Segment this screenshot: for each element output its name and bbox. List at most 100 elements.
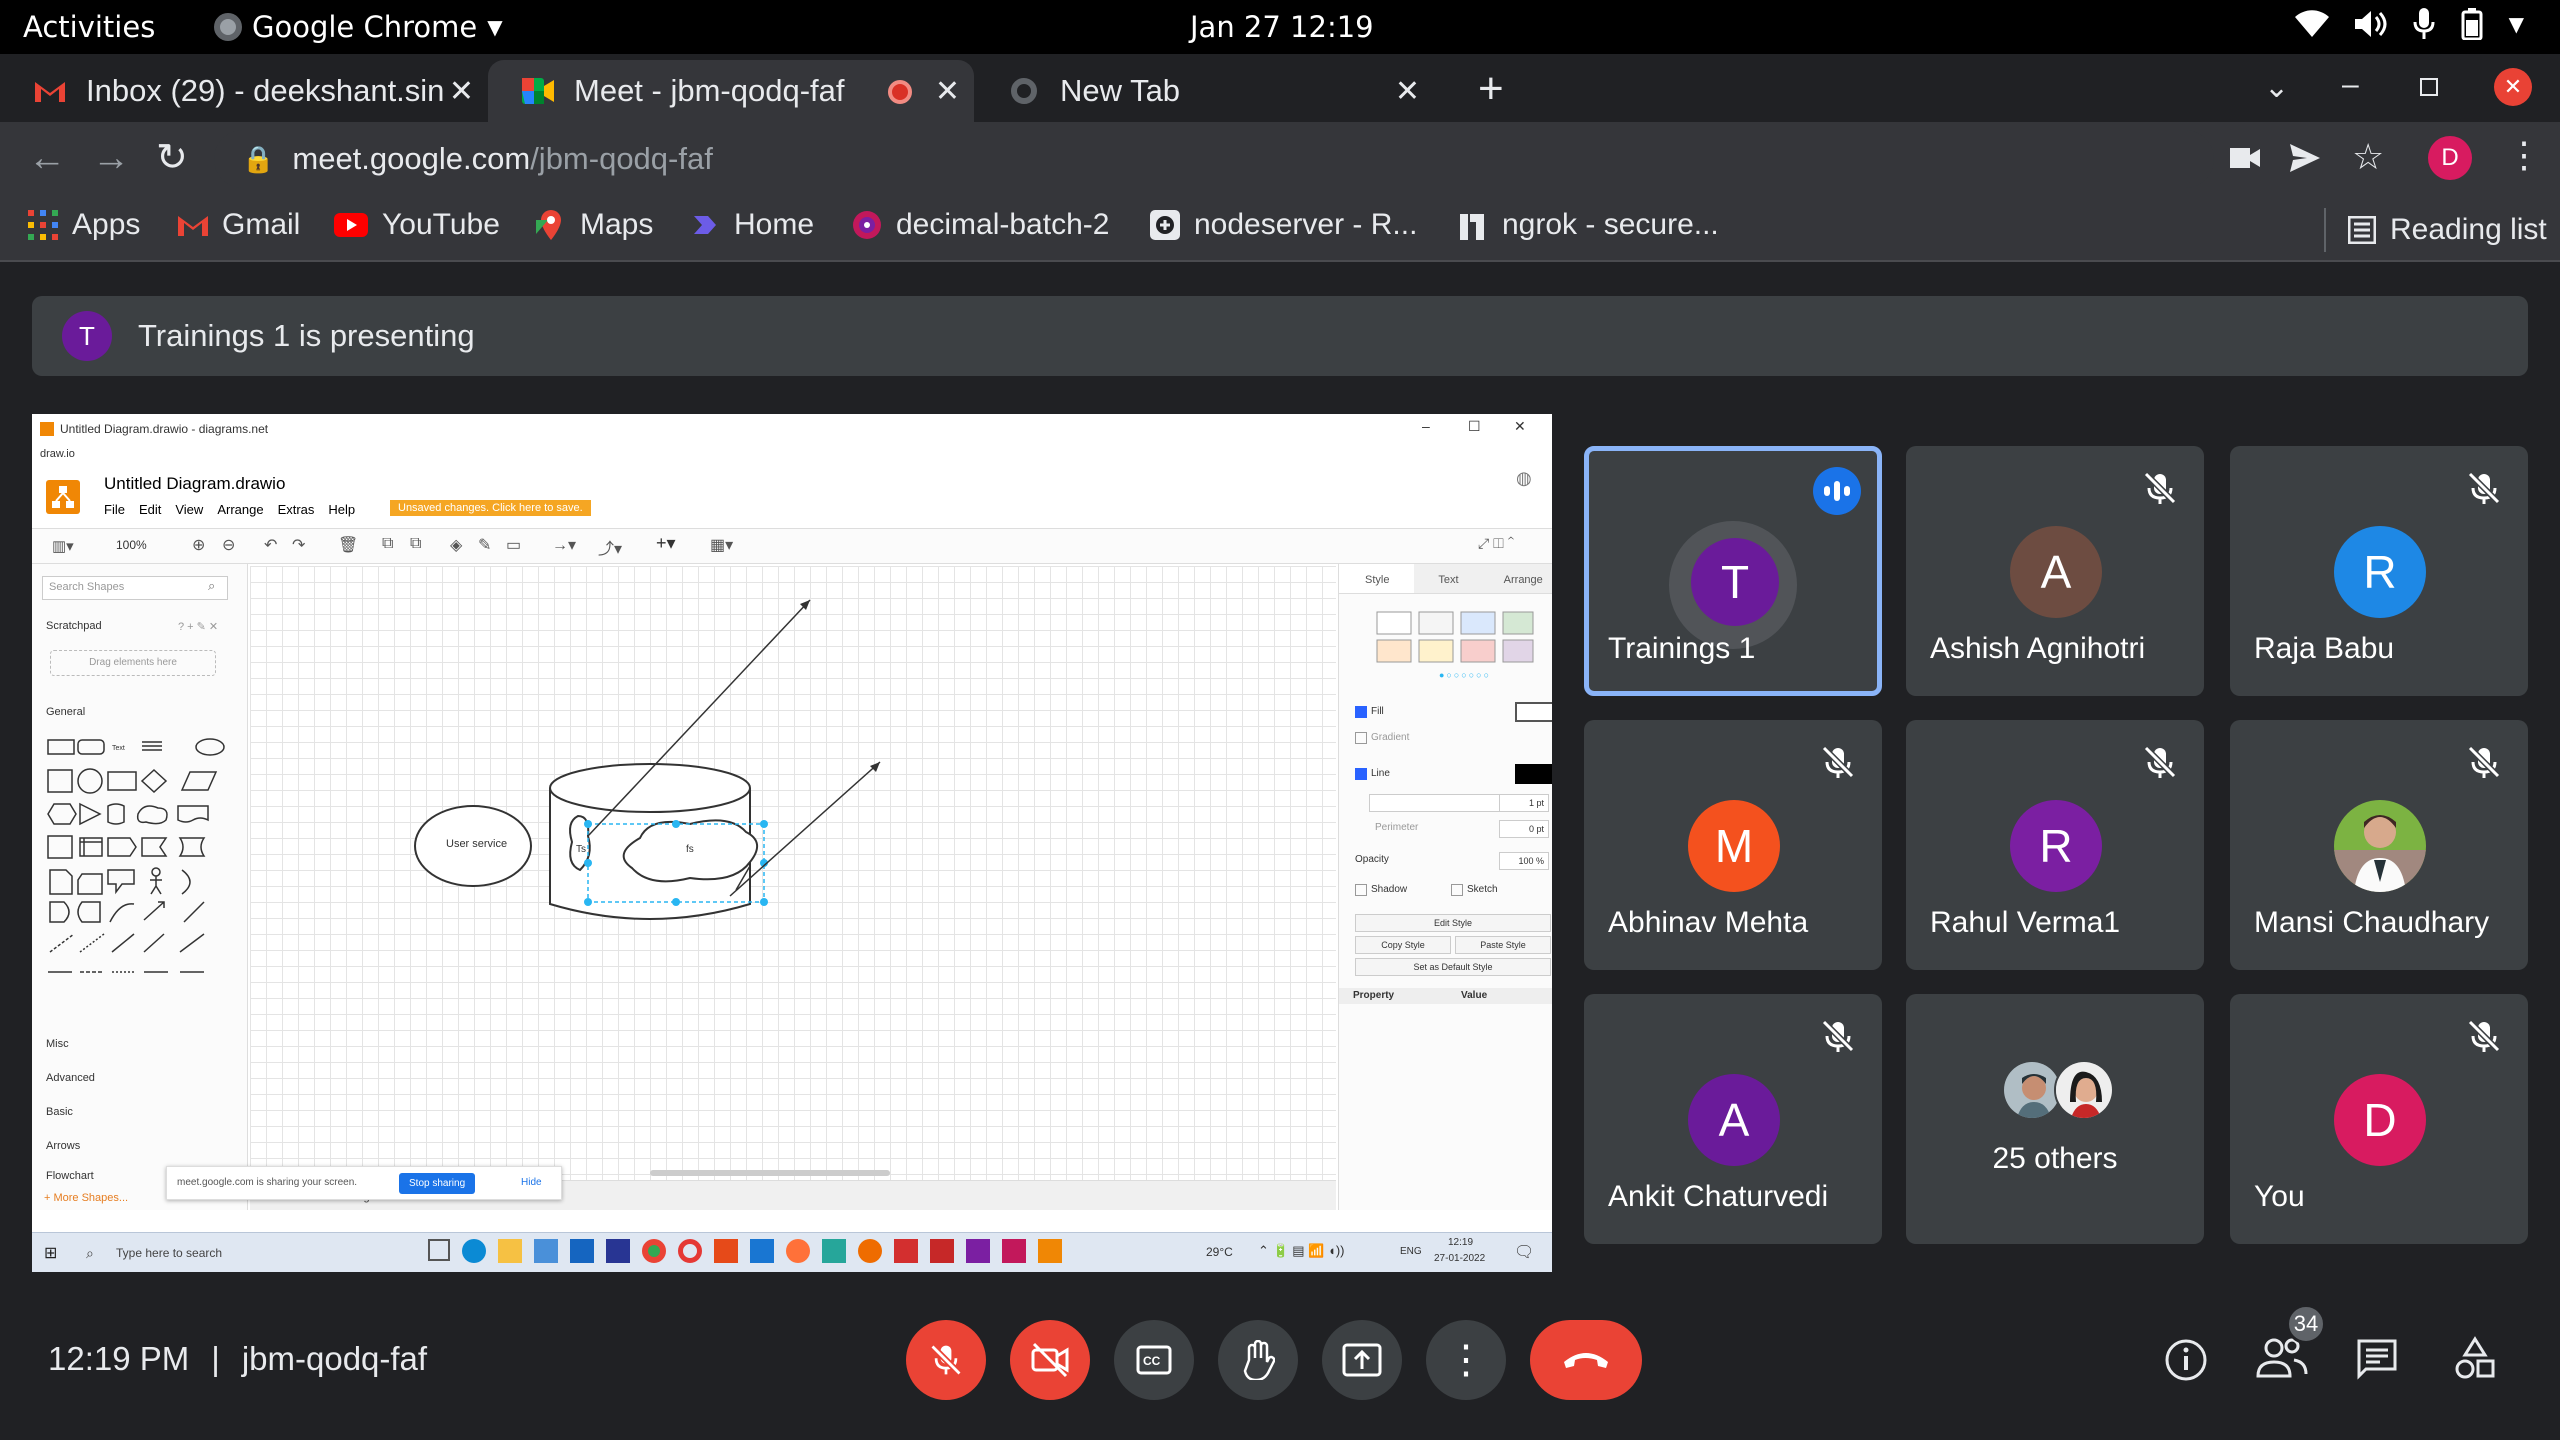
swatch-pager[interactable]: ●○○○○○○ bbox=[1439, 670, 1491, 680]
menu-edit[interactable]: Edit bbox=[139, 502, 161, 517]
task-view-icon[interactable] bbox=[428, 1239, 450, 1261]
address-bar[interactable]: 🔒 meet.google.com /jbm-qodq-faf bbox=[214, 130, 2214, 188]
close-tab-icon[interactable]: ✕ bbox=[1395, 74, 1420, 109]
firefox-icon[interactable] bbox=[786, 1239, 810, 1263]
advanced-section-header[interactable]: Advanced bbox=[46, 1072, 95, 1084]
bookmark-home[interactable]: Home bbox=[690, 208, 814, 242]
back-icon[interactable]: ← bbox=[28, 138, 66, 178]
undo-icon[interactable]: ↶ bbox=[264, 535, 277, 555]
new-tab-button[interactable]: + bbox=[1478, 64, 1504, 114]
edge-icon[interactable] bbox=[462, 1239, 486, 1263]
general-shapes-grid[interactable]: Text bbox=[46, 734, 226, 984]
to-front-icon[interactable]: ⧉ bbox=[382, 535, 393, 553]
scratchpad-tools-icon[interactable]: ? + ✎ ✕ bbox=[178, 620, 218, 633]
globe-icon[interactable]: ◍ bbox=[1516, 468, 1532, 489]
tab-arrange[interactable]: Arrange bbox=[1487, 564, 1552, 593]
onenote-icon[interactable] bbox=[966, 1239, 990, 1263]
explorer-icon[interactable] bbox=[498, 1239, 522, 1263]
stop-sharing-button[interactable]: Stop sharing bbox=[399, 1173, 476, 1194]
toggle-camera-button[interactable] bbox=[1010, 1320, 1090, 1400]
minimize-button[interactable]: – bbox=[2342, 68, 2359, 102]
menu-kebab-icon[interactable]: ⋮ bbox=[2506, 134, 2542, 176]
camera-in-use-icon[interactable] bbox=[2230, 146, 2260, 170]
maximize-button[interactable]: ☐ bbox=[1468, 418, 1481, 435]
to-back-icon[interactable]: ⧉ bbox=[410, 535, 421, 553]
app-icon[interactable] bbox=[606, 1239, 630, 1263]
general-section-header[interactable]: General bbox=[46, 706, 85, 718]
waypoints-icon[interactable]: ⤴▾ bbox=[598, 535, 622, 559]
bookmark-star-icon[interactable]: ☆ bbox=[2352, 136, 2384, 178]
connection-icon[interactable]: →▾ bbox=[552, 535, 576, 555]
participant-tile-trainings-1[interactable]: T Trainings 1 bbox=[1584, 446, 1882, 696]
basic-section-header[interactable]: Basic bbox=[46, 1106, 73, 1118]
table-icon[interactable]: ▦▾ bbox=[710, 535, 733, 555]
menu-arrange[interactable]: Arrange bbox=[217, 502, 263, 517]
format-panel-icon[interactable]: ▥▾ bbox=[52, 537, 74, 555]
app-icon[interactable] bbox=[822, 1239, 846, 1263]
taskbar-apps[interactable] bbox=[428, 1239, 1062, 1263]
tab-inbox[interactable]: Inbox (29) - deekshant.sin ✕ bbox=[0, 60, 488, 122]
scratchpad-drop-area[interactable]: Drag elements here bbox=[50, 650, 216, 676]
menu-view[interactable]: View bbox=[175, 502, 203, 517]
more-shapes-button[interactable]: + More Shapes... bbox=[44, 1192, 128, 1204]
forward-icon[interactable]: → bbox=[92, 138, 130, 178]
chrome-icon[interactable] bbox=[642, 1239, 666, 1263]
zoom-out-icon[interactable]: ⊖ bbox=[222, 535, 235, 555]
language-indicator[interactable]: ENG bbox=[1400, 1246, 1422, 1257]
scratchpad-header[interactable]: Scratchpad bbox=[46, 620, 102, 632]
unsaved-changes-button[interactable]: Unsaved changes. Click here to save. bbox=[390, 500, 591, 516]
raise-hand-button[interactable] bbox=[1218, 1320, 1298, 1400]
paste-style-button[interactable]: Paste Style bbox=[1455, 936, 1551, 954]
participant-tile-you[interactable]: D You bbox=[2230, 994, 2528, 1244]
insert-icon[interactable]: +▾ bbox=[656, 533, 676, 554]
line-width-input[interactable]: 1 pt bbox=[1499, 794, 1549, 812]
misc-section-header[interactable]: Misc bbox=[46, 1038, 69, 1050]
menu-extras[interactable]: Extras bbox=[278, 502, 315, 517]
opacity-input[interactable]: 100 % bbox=[1499, 852, 1549, 870]
taskbar-time[interactable]: 12:19 bbox=[1448, 1237, 1473, 1248]
copy-style-button[interactable]: Copy Style bbox=[1355, 936, 1451, 954]
tab-new[interactable]: New Tab ✕ bbox=[974, 60, 1434, 122]
app-icon[interactable] bbox=[750, 1239, 774, 1263]
bookmark-decimal[interactable]: decimal-batch-2 bbox=[852, 208, 1109, 242]
close-window-button[interactable]: ✕ bbox=[2494, 68, 2532, 106]
fill-checkbox[interactable]: Fill bbox=[1355, 706, 1384, 718]
activities-button[interactable] bbox=[2454, 1336, 2496, 1385]
fill-color-button[interactable] bbox=[1515, 702, 1552, 722]
perimeter-input[interactable]: 0 pt bbox=[1499, 820, 1549, 838]
menu-help[interactable]: Help bbox=[328, 502, 355, 517]
notification-icon[interactable]: 🗨 bbox=[1514, 1242, 1534, 1262]
pdf-icon[interactable] bbox=[930, 1239, 954, 1263]
reload-icon[interactable]: ↻ bbox=[156, 138, 188, 178]
close-tab-icon[interactable]: ✕ bbox=[449, 74, 474, 109]
shadow-checkbox[interactable]: Shadow bbox=[1355, 884, 1407, 896]
taskbar-search-input[interactable]: Type here to search bbox=[116, 1246, 222, 1260]
app-icon[interactable] bbox=[894, 1239, 918, 1263]
set-default-style-button[interactable]: Set as Default Style bbox=[1355, 958, 1551, 976]
close-tab-icon[interactable]: ✕ bbox=[935, 74, 960, 109]
bookmark-nodeserver[interactable]: nodeserver - R... bbox=[1150, 208, 1417, 242]
tray-icons[interactable]: ⌃ 🔋 ▤ 📶 ◖)) bbox=[1258, 1243, 1345, 1259]
app-icon[interactable] bbox=[858, 1239, 882, 1263]
arrows-section-header[interactable]: Arrows bbox=[46, 1140, 80, 1152]
redo-icon[interactable]: ↷ bbox=[292, 535, 305, 555]
store-icon[interactable] bbox=[534, 1239, 558, 1263]
zoom-in-icon[interactable]: ⊕ bbox=[192, 535, 205, 555]
meeting-code[interactable]: jbm-qodq-faf bbox=[242, 1340, 427, 1378]
more-options-icon[interactable]: ⋮ bbox=[1426, 1320, 1506, 1400]
bookmark-youtube[interactable]: YouTube bbox=[334, 208, 500, 242]
edit-style-button[interactable]: Edit Style bbox=[1355, 914, 1551, 932]
drawio-file-name[interactable]: Untitled Diagram.drawio bbox=[104, 474, 285, 494]
office-icon[interactable] bbox=[714, 1239, 738, 1263]
gradient-checkbox[interactable]: Gradient bbox=[1355, 732, 1409, 744]
hide-button[interactable]: Hide bbox=[521, 1177, 542, 1188]
style-swatches[interactable] bbox=[1375, 608, 1535, 668]
fullscreen-icon[interactable]: ⤢ ◫ ⌃ bbox=[1478, 535, 1514, 552]
bookmark-maps[interactable]: Maps bbox=[536, 208, 653, 242]
sketch-checkbox[interactable]: Sketch bbox=[1451, 884, 1498, 896]
participant-tile-others[interactable]: 25 others bbox=[1906, 994, 2204, 1244]
app-menu[interactable]: Google Chrome ▼ bbox=[214, 10, 503, 44]
meeting-info-button[interactable] bbox=[2164, 1338, 2208, 1387]
app-icon[interactable] bbox=[1002, 1239, 1026, 1263]
tab-text[interactable]: Text bbox=[1414, 564, 1488, 593]
